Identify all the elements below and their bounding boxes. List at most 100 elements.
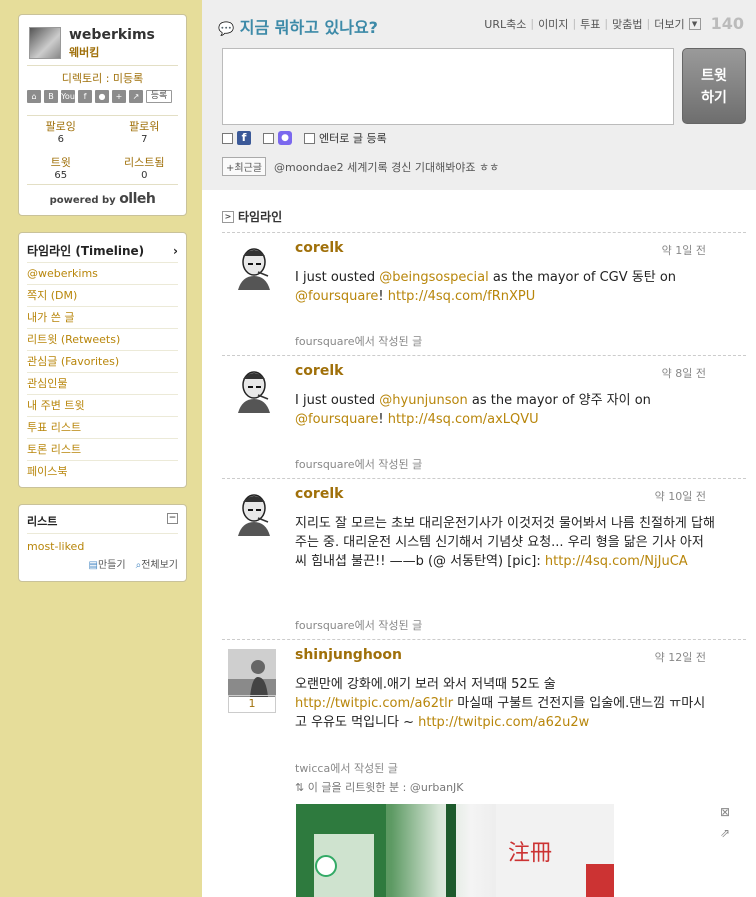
followers-count: 7 [141, 134, 148, 145]
url-link[interactable]: http://4sq.com/fRnXPU [388, 289, 536, 304]
tweet-text: I just ousted @beingsospecial as the may… [295, 268, 715, 306]
tweet-timestamp[interactable]: 약 8일 전 [662, 365, 706, 381]
timeline-header: > 타임라인 [222, 208, 282, 225]
nav-item-dm[interactable]: 쪽지 (DM) [27, 285, 178, 307]
poll-link[interactable]: 투표 [580, 16, 600, 32]
blog-icon[interactable]: B [44, 90, 58, 103]
list-link[interactable]: most-liked [27, 540, 84, 553]
make-list-button[interactable]: ▤만들기 [89, 556, 126, 571]
text: as the mayor of CGV 동탄 on [488, 270, 677, 285]
user-avatar[interactable] [228, 488, 276, 536]
close-icon[interactable]: ⊠ [720, 805, 730, 819]
facebook-checkbox[interactable] [222, 132, 233, 144]
nav-item-label: 타임라인 (Timeline) [27, 244, 145, 258]
text: I just ousted [295, 393, 380, 408]
nav-item-facebook[interactable]: 페이스북 [27, 461, 178, 483]
avatar[interactable] [29, 27, 61, 59]
url-link[interactable]: http://4sq.com/NjJuCA [545, 554, 688, 569]
image-link[interactable]: 이미지 [538, 16, 568, 32]
youtube-icon[interactable]: You [61, 90, 75, 103]
timeline-label: 타임라인 [238, 210, 283, 224]
followers-stat[interactable]: 팔로워 7 [103, 118, 187, 145]
user-avatar[interactable] [228, 365, 276, 413]
tweets-stat[interactable]: 트윗 65 [19, 154, 103, 181]
powered-by: powered by olleh [19, 191, 186, 207]
url-shorten-link[interactable]: URL축소 [484, 16, 526, 32]
link-icon[interactable]: ↗ [129, 90, 143, 103]
tweet-timestamp[interactable]: 약 12일 전 [655, 649, 706, 665]
plus-icon[interactable]: + [112, 90, 126, 103]
tweet-username[interactable]: corelk [295, 363, 343, 379]
tweet-button-line2: 하기 [701, 90, 727, 106]
nav-item-following[interactable]: 관심인물 [27, 373, 178, 395]
tweet-button[interactable]: 트윗 하기 [682, 48, 746, 124]
brand-logo: olleh [119, 191, 156, 207]
tweet-username[interactable]: corelk [295, 486, 343, 502]
view-all-button[interactable]: ⌕전체보기 [136, 556, 178, 571]
directory-status[interactable]: 디렉토리 : 미등록 [19, 70, 186, 86]
mention-link[interactable]: @beingsospecial [379, 270, 488, 285]
more-link[interactable]: 더보기 [654, 16, 684, 32]
tweet-source: foursquare에서 작성된 글 [295, 458, 423, 471]
tweet-username[interactable]: corelk [295, 240, 343, 256]
view-all-label: 전체보기 [141, 560, 178, 571]
followers-label: 팔로워 [129, 120, 160, 133]
user-avatar[interactable] [228, 242, 276, 290]
nav-item-polls[interactable]: 투표 리스트 [27, 417, 178, 439]
lists-actions: ▤만들기 ⌕전체보기 [27, 556, 178, 571]
dropdown-icon[interactable]: ▼ [688, 17, 701, 30]
mention-link[interactable]: @hyunjunson [379, 393, 467, 408]
mention-link[interactable]: @foursquare [295, 289, 378, 304]
facebook-icon[interactable]: f [78, 90, 92, 103]
home-icon[interactable]: ⌂ [27, 90, 41, 103]
svg-text:注冊: 注冊 [508, 841, 552, 866]
tweets-count: 65 [54, 170, 68, 181]
divider [27, 115, 178, 116]
enter-submit-checkbox[interactable] [304, 132, 315, 144]
tweet-text: 오랜만에 강화에.애기 보러 와서 저녁때 52도 술 http://twitp… [295, 675, 715, 732]
chevron-right-icon[interactable]: > [222, 210, 234, 223]
register-button[interactable]: 등록 [146, 90, 172, 103]
list-item-most-liked[interactable]: most-liked [27, 540, 178, 553]
nav-item-mentions[interactable]: @weberkims [27, 263, 178, 285]
make-list-label: 만들기 [97, 560, 126, 571]
following-stat[interactable]: 팔로잉 6 [19, 118, 103, 145]
nav-item-retweets[interactable]: 리트윗 (Retweets) [27, 329, 178, 351]
user-avatar[interactable] [228, 649, 276, 697]
tweet-source: foursquare에서 작성된 글 [295, 335, 423, 348]
tweet-username[interactable]: shinjunghoon [295, 647, 402, 663]
compose-prompt: 💬 지금 뭐하고 있나요? [218, 14, 378, 38]
lists-box: 리스트 − most-liked ▤만들기 ⌕전체보기 [18, 504, 187, 582]
listed-stat[interactable]: 리스트됨 0 [103, 154, 187, 181]
tweet-timestamp[interactable]: 약 1일 전 [662, 242, 706, 258]
spellcheck-link[interactable]: 맞춤법 [612, 16, 642, 32]
tweet-timestamp[interactable]: 약 10일 전 [655, 488, 706, 504]
retweet-count[interactable]: 1 [228, 695, 276, 713]
nav-item-favorites[interactable]: 관심글 (Favorites) [27, 351, 178, 373]
speech-bubble-icon: 💬 [218, 22, 235, 37]
collapse-icon[interactable]: − [167, 513, 178, 524]
nav-item-nearby[interactable]: 내 주변 트윗 [27, 395, 178, 417]
recent-tweets-button[interactable]: +최근글 [222, 157, 266, 176]
nav-item-my-tweets[interactable]: 내가 쓴 글 [27, 307, 178, 329]
text: I just ousted [295, 270, 380, 285]
sidebar: weberkims 웨버킴 디렉토리 : 미등록 ⌂ B You f ● + ↗… [0, 0, 202, 897]
facebook-icon: f [237, 131, 251, 145]
nav-item-debates[interactable]: 토론 리스트 [27, 439, 178, 461]
separator: | [530, 17, 535, 30]
url-link[interactable]: http://4sq.com/axLQVU [388, 412, 539, 427]
me2day-checkbox[interactable] [263, 132, 274, 144]
tweet-textarea[interactable] [222, 48, 674, 125]
profile-korean-name: 웨버킴 [69, 46, 100, 59]
url-link[interactable]: http://twitpic.com/a62tlr [295, 696, 453, 711]
edit-icon: ▤ [88, 560, 98, 571]
nav-item-timeline[interactable]: 타임라인 (Timeline) › [27, 241, 178, 263]
me2day-icon[interactable]: ● [95, 90, 109, 103]
tweet-photo[interactable]: 注冊 [296, 804, 614, 897]
mention-link[interactable]: @foursquare [295, 412, 378, 427]
url-link[interactable]: http://twitpic.com/a62u2w [418, 715, 589, 730]
text: ! [378, 412, 388, 427]
share-icon[interactable]: ⇗ [720, 826, 730, 840]
prompt-text: 지금 뭐하고 있나요? [239, 18, 378, 37]
profile-username[interactable]: weberkims [69, 27, 155, 43]
